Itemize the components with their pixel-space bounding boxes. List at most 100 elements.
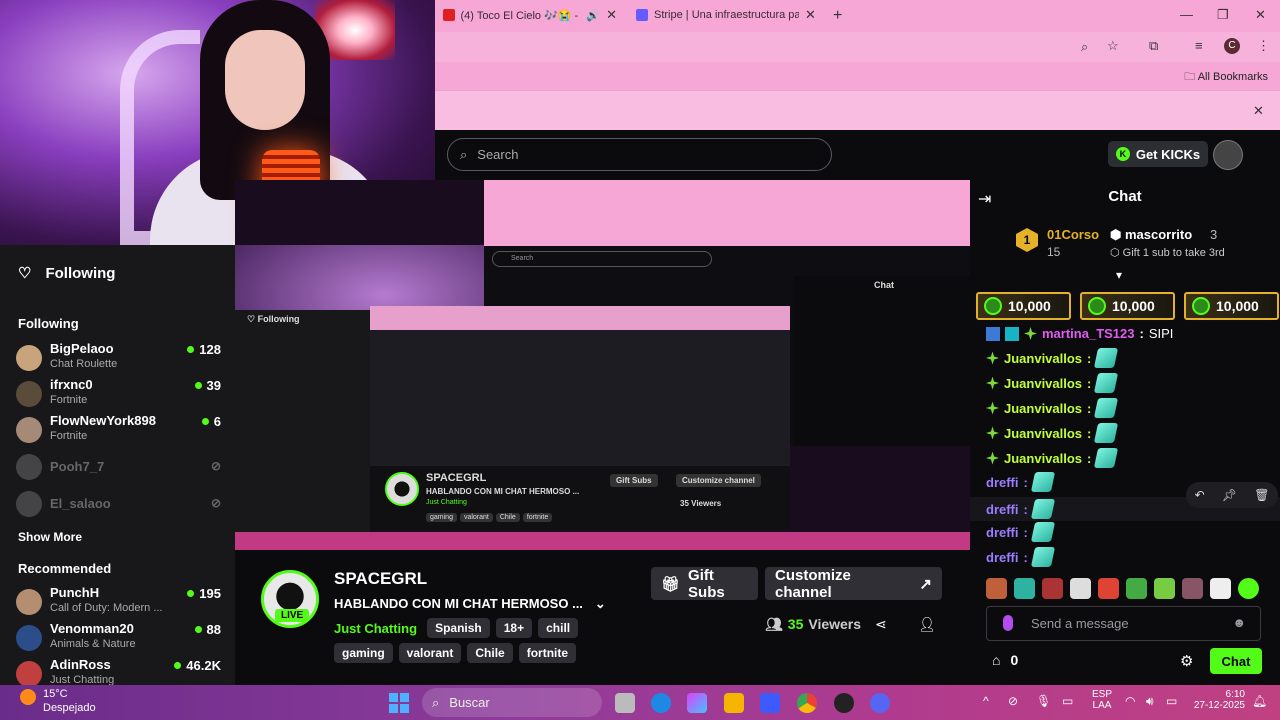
chat-username[interactable]: Juanvivallos xyxy=(1004,351,1082,366)
send-chat-button[interactable]: Chat xyxy=(1210,648,1262,674)
sidebar-item-pooh77[interactable]: Pooh7_7 ⊘ xyxy=(16,450,221,486)
copilot-icon[interactable] xyxy=(687,693,707,713)
chat-username[interactable]: Juanvivallos xyxy=(1004,451,1082,466)
chat-message[interactable]: martina_TS123: SIPI xyxy=(986,326,1173,341)
chat-username[interactable]: dreffi xyxy=(986,525,1019,540)
settings-icon[interactable]: ⚙ xyxy=(1180,652,1193,670)
file-explorer-icon[interactable] xyxy=(724,693,744,713)
address-bar[interactable]: ⌕ ☆ ⧉ ≡ C ⋮ xyxy=(435,32,1280,62)
close-window-icon[interactable]: ✕ xyxy=(1255,7,1266,23)
trash-icon[interactable]: 🗑︎ xyxy=(1254,488,1269,502)
chat-username[interactable]: dreffi xyxy=(986,502,1019,517)
tag-valorant[interactable]: valorant xyxy=(398,643,462,663)
emote-icon[interactable] xyxy=(1238,578,1259,599)
chevron-down-icon[interactable]: ⌄ xyxy=(595,596,606,612)
chat-message[interactable]: Juanvivallos: xyxy=(986,448,1119,468)
follow-user-icon[interactable]: 👤︎ xyxy=(918,616,936,633)
search-input[interactable]: ⌕ Search xyxy=(447,138,832,171)
chat-message[interactable]: dreffi: xyxy=(986,547,1055,567)
chat-username[interactable]: Juanvivallos xyxy=(1004,401,1082,416)
emote-icon[interactable] xyxy=(1042,578,1063,599)
wifi-icon[interactable]: ◠ xyxy=(1125,694,1135,708)
sidebar-item-venomman20[interactable]: Venomman20 Animals & Nature 88 xyxy=(16,621,221,657)
language-indicator[interactable]: ESP LAA xyxy=(1092,689,1112,711)
top-gifter-name[interactable]: 01Corso xyxy=(1047,227,1099,242)
mic-icon[interactable]: 🎙︎ xyxy=(1036,694,1051,708)
tab-stripe[interactable]: Stripe | Una infraestructura para ✕ xyxy=(628,0,828,30)
stream-title-row[interactable]: HABLANDO CON MI CHAT HERMOSO ... ⌄ xyxy=(334,596,606,612)
chat-message[interactable]: dreffi: xyxy=(986,522,1055,542)
chevron-up-icon[interactable]: ^ xyxy=(983,694,989,708)
edge-icon[interactable] xyxy=(651,693,671,713)
media-icon[interactable]: ≡ xyxy=(1195,38,1203,53)
close-banner-icon[interactable]: ✕ xyxy=(1253,103,1264,119)
zoom-icon[interactable]: ⌕ xyxy=(1081,39,1088,55)
close-tab-icon[interactable]: ✕ xyxy=(805,7,816,23)
get-kicks-button[interactable]: K Get KICKs xyxy=(1108,141,1208,167)
chat-message[interactable]: Juanvivallos: xyxy=(986,398,1119,418)
start-button[interactable] xyxy=(389,693,409,713)
emote-icon[interactable] xyxy=(1070,578,1091,599)
task-view-icon[interactable] xyxy=(615,693,635,713)
emote-icon[interactable] xyxy=(986,578,1007,599)
tag-chile[interactable]: Chile xyxy=(467,643,513,663)
chat-message[interactable]: Juanvivallos: xyxy=(986,373,1119,393)
video-player[interactable]: Search Chat ♡ Following SPACEGRL HABLAND… xyxy=(235,180,970,550)
profile-avatar[interactable]: C xyxy=(1224,38,1240,54)
store-icon[interactable] xyxy=(760,693,780,713)
show-more-link[interactable]: Show More xyxy=(18,530,82,544)
minimize-icon[interactable]: — xyxy=(1180,7,1193,22)
share-icon[interactable]: ⋖ xyxy=(875,616,887,633)
weather-temp[interactable]: 15°C xyxy=(43,688,68,700)
sidebar-item-ifrxnc0[interactable]: ifrxnc0 Fortnite 39 xyxy=(16,377,221,413)
kicks-balance[interactable]: 10,000 xyxy=(1080,292,1175,320)
extensions-icon[interactable]: ⧉ xyxy=(1149,38,1158,54)
notification-icon[interactable]: ▭ xyxy=(1062,694,1073,708)
customize-channel-button[interactable]: Customize channel ↗ xyxy=(765,567,942,601)
chat-message[interactable]: Juanvivallos: xyxy=(986,348,1119,368)
gift-subs-button[interactable]: 🎁︎ Gift Subs xyxy=(651,567,758,601)
user-avatar[interactable] xyxy=(1213,140,1243,170)
tag-gaming[interactable]: gaming xyxy=(334,643,393,663)
emote-icon[interactable] xyxy=(1126,578,1147,599)
obs-icon[interactable] xyxy=(834,693,854,713)
close-tab-icon[interactable]: ✕ xyxy=(606,7,617,23)
chat-message[interactable]: Juanvivallos: xyxy=(986,423,1119,443)
network-off-icon[interactable]: ⊘ xyxy=(1008,694,1018,708)
sidebar-item-el-salaoo[interactable]: El_salaoo ⊘ xyxy=(16,487,221,523)
chat-input[interactable]: Send a message ☻ xyxy=(986,606,1261,641)
sidebar-following-tab[interactable]: ♡ Following xyxy=(18,264,115,283)
second-gifter[interactable]: ⬢ mascorrito xyxy=(1110,227,1192,243)
channel-name[interactable]: SPACEGRL xyxy=(334,569,427,589)
sidebar-item-bigpelaoo[interactable]: BigPelaoo Chat Roulette 128 xyxy=(16,341,221,377)
battery-icon[interactable]: ▭ xyxy=(1166,694,1177,708)
tag-spanish[interactable]: Spanish xyxy=(427,618,490,638)
sidebar-item-punchh[interactable]: PunchH Call of Duty: Modern ... 195 xyxy=(16,585,221,621)
volume-icon[interactable]: 🔊︎ xyxy=(1146,694,1154,709)
tab-youtube[interactable]: (4) Toco El Cielo 🎶😭 - Mi 🔊 ✕ xyxy=(435,0,625,30)
emote-icon[interactable] xyxy=(1210,578,1231,599)
sidebar-item-adinross[interactable]: AdinRoss Just Chatting 46.2K xyxy=(16,657,221,685)
menu-icon[interactable]: ⋮ xyxy=(1257,38,1270,54)
chat-message[interactable]: dreffi: xyxy=(986,472,1055,492)
chat-username[interactable]: dreffi xyxy=(986,475,1019,490)
chat-username[interactable]: Juanvivallos xyxy=(1004,426,1082,441)
chrome-icon[interactable] xyxy=(797,693,817,713)
notifications-bell-icon[interactable]: 🔔︎ xyxy=(1252,694,1267,708)
kicks-balance[interactable]: 10,000 xyxy=(1184,292,1279,320)
emote-icon[interactable] xyxy=(1182,578,1203,599)
chat-username[interactable]: martina_TS123 xyxy=(1042,326,1135,341)
emote-icon[interactable] xyxy=(1154,578,1175,599)
kicks-balance[interactable]: 10,000 xyxy=(976,292,1071,320)
reply-icon[interactable]: ↶ xyxy=(1195,488,1205,502)
taskbar-search[interactable]: ⌕ Buscar xyxy=(422,688,602,717)
category-link[interactable]: Just Chatting xyxy=(334,621,417,636)
emoji-icon[interactable]: ☻ xyxy=(1232,615,1246,630)
emote-icon[interactable] xyxy=(1098,578,1119,599)
speaker-icon[interactable]: 🔊 xyxy=(586,9,600,22)
discord-icon[interactable] xyxy=(870,693,890,713)
chat-username[interactable]: Juanvivallos xyxy=(1004,376,1082,391)
expand-pinned-icon[interactable]: ▾ xyxy=(1116,268,1122,282)
star-icon[interactable]: ☆ xyxy=(1107,38,1119,54)
clock[interactable]: 6:10 27-12-2025 xyxy=(1190,689,1245,711)
